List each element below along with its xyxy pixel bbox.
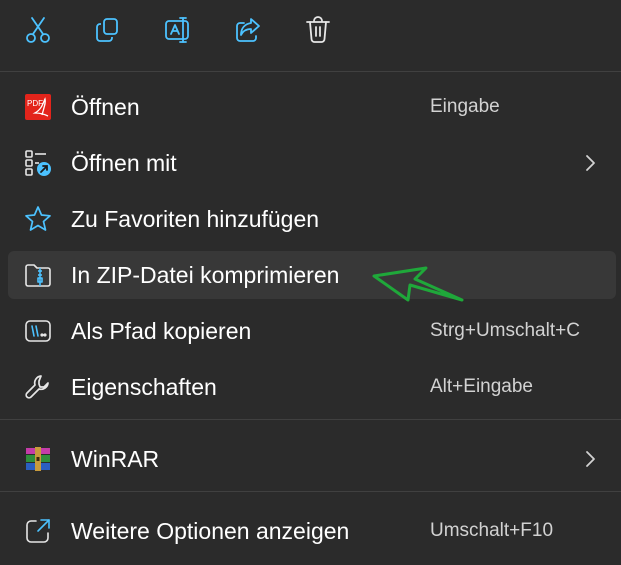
star-icon: [24, 205, 52, 233]
menu-item-label: Öffnen mit: [71, 150, 177, 176]
menu-item-shortcut: Eingabe: [430, 96, 500, 117]
annotation-arrow-icon: [372, 266, 464, 302]
share-button[interactable]: [228, 10, 268, 50]
menu-item-copy-path[interactable]: Als Pfad kopieren Strg+Umschalt+C: [8, 307, 616, 355]
more-options-icon: [24, 517, 52, 545]
menu-item-label: Weitere Optionen anzeigen: [71, 518, 350, 544]
menu-item-shortcut: Strg+Umschalt+C: [430, 320, 580, 341]
delete-button[interactable]: [298, 10, 338, 50]
cut-button[interactable]: [18, 10, 58, 50]
menu-item-shortcut: Alt+Eingabe: [430, 376, 533, 397]
menu-item-label: In ZIP-Datei komprimieren: [71, 262, 340, 288]
menu-item-label: Öffnen: [71, 94, 140, 120]
menu-item-properties[interactable]: Eigenschaften Alt+Eingabe: [8, 363, 616, 411]
menu-item-winrar[interactable]: WinRAR: [8, 435, 616, 483]
menu-item-label: WinRAR: [71, 446, 160, 472]
separator: [0, 71, 621, 72]
quick-action-bar: [0, 0, 621, 64]
pdf-icon: PDF: [24, 93, 52, 121]
menu-item-shortcut: Umschalt+F10: [430, 520, 554, 541]
menu-item-label: Als Pfad kopieren: [71, 318, 252, 344]
menu-item-label: Zu Favoriten hinzufügen: [71, 206, 320, 232]
rename-button[interactable]: [158, 10, 198, 50]
menu-item-open[interactable]: PDF Öffnen Eingabe: [8, 83, 616, 131]
rename-icon: [165, 17, 189, 43]
trash-icon: [306, 16, 330, 43]
menu-item-label: Eigenschaften: [71, 374, 217, 400]
open-with-icon: [24, 149, 52, 177]
menu-item-add-favorite[interactable]: Zu Favoriten hinzufügen: [8, 195, 616, 243]
menu-item-more-options[interactable]: Weitere Optionen anzeigen Umschalt+F10: [8, 507, 616, 555]
chevron-right-icon: [580, 449, 600, 469]
scissors-icon: [26, 17, 50, 43]
context-menu: PDF Öffnen Eingabe Öffnen mit Zu Favorit…: [0, 0, 621, 565]
copy-path-icon: [24, 317, 52, 345]
menu-item-open-with[interactable]: Öffnen mit: [8, 139, 616, 187]
zip-folder-icon: [24, 261, 52, 289]
winrar-icon: [24, 445, 52, 473]
copy-button[interactable]: [88, 10, 128, 50]
separator: [0, 491, 621, 492]
copy-icon: [96, 18, 118, 42]
separator: [0, 419, 621, 420]
share-icon: [236, 18, 260, 42]
menu-item-compress-zip[interactable]: In ZIP-Datei komprimieren: [8, 251, 616, 299]
chevron-right-icon: [580, 153, 600, 173]
wrench-icon: [24, 373, 52, 401]
